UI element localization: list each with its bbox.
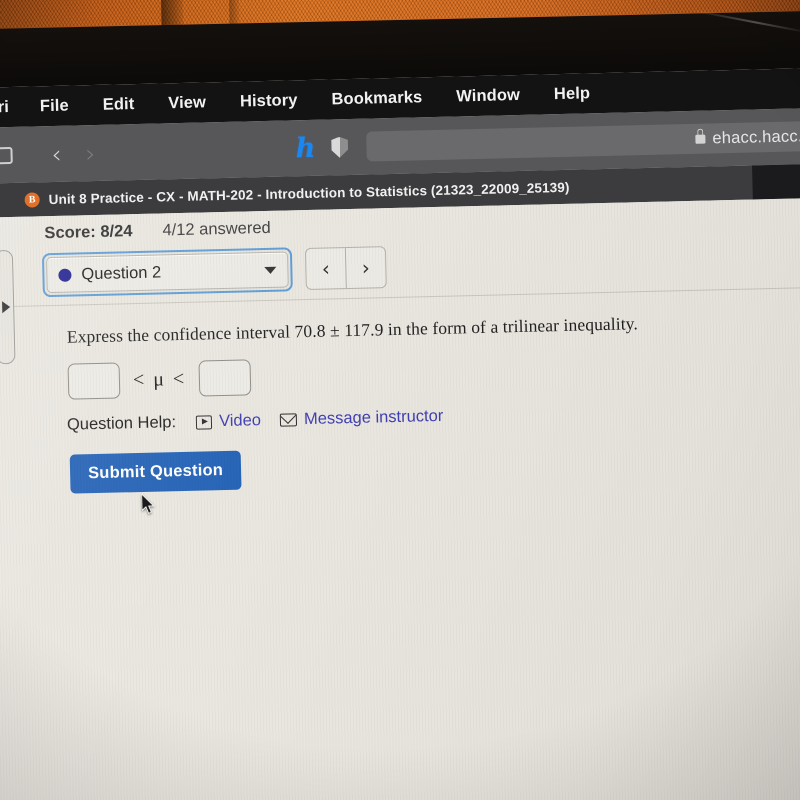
honey-extension-icon[interactable]: h [288,131,323,166]
next-question-button[interactable]: › [344,247,386,289]
expand-panel-arrow-icon [1,301,10,314]
chevron-right-icon: › [85,138,96,168]
address-bar-url: ehacc.hacc.ed [712,126,800,147]
shield-icon[interactable] [322,130,357,165]
question-stepper: ‹ › [304,246,387,291]
question-text-before: Express the confidence interval [66,321,295,347]
tab-strip-right-region [752,163,800,200]
page-content: Score: 8/24 4/12 answered Question 2 ‹ › [0,197,800,800]
message-instructor-label: Message instructor [303,406,444,429]
mouse-cursor [141,493,155,514]
laptop-screen: ari File Edit View History Bookmarks Win… [0,67,800,800]
address-bar[interactable]: ehacc.hacc.ed [366,120,800,162]
video-help-label: Video [218,411,262,431]
video-help-link[interactable]: Video [195,411,262,432]
answered-count: 4/12 answered [162,218,271,240]
submit-row: Submit Question [69,436,800,494]
chevron-left-icon: ‹ [51,139,62,169]
lower-bound-input[interactable] [67,362,121,400]
envelope-icon [279,413,298,427]
menu-window[interactable]: Window [439,85,537,106]
tab-title: Unit 8 Practice - CX - MATH-202 - Introd… [48,179,570,207]
favicon-icon: B [24,191,40,208]
video-play-icon [195,414,213,430]
menu-edit[interactable]: Edit [86,94,152,115]
answer-row: < μ < [67,345,800,400]
question-help-label: Question Help: [66,413,177,434]
expand-side-panel-handle[interactable] [0,249,16,365]
message-instructor-link[interactable]: Message instructor [279,406,444,430]
question-select-focus-ring: Question 2 [41,247,293,298]
submit-question-button[interactable]: Submit Question [69,450,242,494]
menu-history[interactable]: History [223,90,315,111]
question-text-after: in the form of a trilinear inequality. [383,313,639,340]
sidebar-toggle-icon[interactable] [0,138,18,173]
score-label: Score: 8/24 [44,222,133,243]
lock-icon [695,134,706,144]
question-text: Express the confidence interval 70.8 ± 1… [67,308,800,347]
chevron-down-icon [264,266,277,274]
back-button[interactable]: ‹ [39,136,74,171]
upper-bound-input[interactable] [198,359,252,397]
menu-view[interactable]: View [151,92,223,113]
forward-button[interactable]: › [73,136,108,171]
question-help-row: Question Help: Video Message instructor [67,397,800,435]
menu-help[interactable]: Help [537,83,608,104]
previous-question-button[interactable]: ‹ [306,248,346,289]
menu-file[interactable]: File [23,96,86,116]
menu-app-safari[interactable]: ari [0,97,23,117]
question-select-label: Question 2 [81,262,162,283]
question-status-dot-icon [58,268,72,282]
bezel-glint [690,9,800,34]
photo-of-laptop-screen: ari File Edit View History Bookmarks Win… [0,0,800,800]
question-interval-value: 70.8 ± 117.9 [294,319,384,342]
inequality-relation: < μ < [132,367,187,391]
question-select[interactable]: Question 2 [46,251,289,294]
menu-bookmarks[interactable]: Bookmarks [314,87,439,109]
